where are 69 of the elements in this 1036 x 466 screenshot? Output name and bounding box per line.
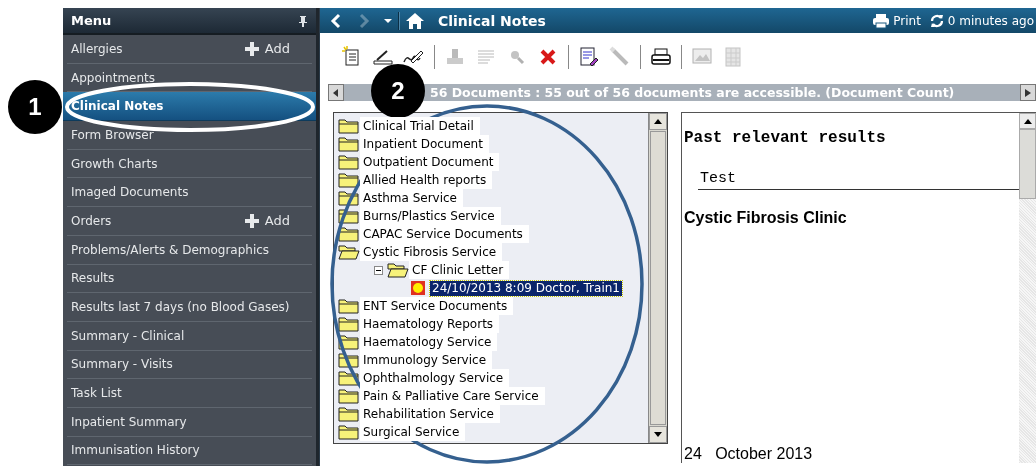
document-item[interactable]: 24/10/2013 8:09 Doctor, Train1 xyxy=(430,280,622,296)
folder-item[interactable]: Haematology Service xyxy=(360,333,498,351)
document-count: 56 Documents : 55 out of 56 documents are accessible. (Document Count) xyxy=(430,85,955,100)
menu-item[interactable]: Growth Charts xyxy=(67,149,312,179)
add-button[interactable]: Add xyxy=(243,212,290,229)
menu-item[interactable]: Imaged Documents xyxy=(67,178,312,208)
column-heading: Test xyxy=(698,169,1019,190)
menu-item[interactable]: Clinical Notes xyxy=(63,92,316,122)
print-button[interactable]: Print xyxy=(872,12,921,29)
folder-item[interactable]: Immunology Service xyxy=(360,351,493,369)
section-heading: Cystic Fibrosis Clinic xyxy=(684,209,848,227)
folder-item[interactable]: CAPAC Service Documents xyxy=(360,225,529,243)
folder-item[interactable]: Asthma Service xyxy=(360,189,463,207)
up-arrow-icon xyxy=(654,119,662,124)
folder-item[interactable]: CF Clinic Letter xyxy=(409,261,510,279)
home-icon[interactable] xyxy=(406,12,424,29)
folder-item[interactable]: Burns/Plastics Service xyxy=(360,207,501,225)
plus-icon xyxy=(243,212,260,229)
scroll-thumb[interactable] xyxy=(1019,129,1036,199)
folder-item[interactable]: Surgical Service xyxy=(360,423,466,441)
pin-icon[interactable] xyxy=(298,14,308,27)
collapse-icon[interactable] xyxy=(374,265,383,275)
back-icon[interactable] xyxy=(330,12,342,29)
refresh-icon xyxy=(928,12,945,29)
plus-icon xyxy=(243,40,260,57)
scroll-up-button[interactable] xyxy=(649,113,667,130)
folder-item[interactable]: Clinical Trial Detail xyxy=(360,117,480,135)
folder-item[interactable]: Allied Health reports xyxy=(360,171,493,189)
menu-item[interactable]: Summary - Clinical xyxy=(67,321,312,351)
folder-item[interactable]: Inpatient Document xyxy=(360,135,489,153)
menu-item[interactable]: Task List xyxy=(67,379,312,408)
scroll-down-button[interactable] xyxy=(649,426,667,443)
menu-item[interactable]: Results xyxy=(67,264,312,294)
menu-item[interactable]: Allergies Add xyxy=(67,35,312,64)
menu-item[interactable]: Problems/Alerts & Demographics xyxy=(67,235,312,265)
folder-item[interactable]: Outpatient Document xyxy=(360,153,500,171)
document-icon xyxy=(410,280,426,296)
refresh-button[interactable]: 0 minutes ago xyxy=(928,12,1034,29)
folder-item[interactable]: Pain & Palliative Care Service xyxy=(360,387,545,405)
scroll-left-button[interactable] xyxy=(328,84,344,101)
folder-item[interactable]: Ophthalmology Service xyxy=(360,369,510,387)
printer-icon xyxy=(872,12,891,29)
scroll-thumb[interactable] xyxy=(650,131,666,425)
callout-badge: 2 xyxy=(371,64,425,118)
menu-item[interactable]: Orders Add xyxy=(67,207,312,236)
callout-badge: 1 xyxy=(8,80,62,134)
right-arrow-icon xyxy=(1025,88,1031,97)
menu-item[interactable]: Inpatient Summary xyxy=(67,407,312,437)
add-button[interactable]: Add xyxy=(243,40,290,57)
folder-item[interactable]: ENT Service Documents xyxy=(360,297,514,315)
folder-item[interactable]: Haematology Reports xyxy=(360,315,500,333)
left-arrow-icon xyxy=(333,88,339,97)
scroll-up-button[interactable] xyxy=(1019,113,1036,129)
page-title: Clinical Notes xyxy=(438,12,546,29)
document-date: 24 October 2013 xyxy=(684,445,814,463)
menu-item[interactable]: Form Browser xyxy=(67,121,312,150)
up-arrow-icon xyxy=(1023,118,1032,124)
folder-item[interactable]: Cystic Fibrosis Service xyxy=(360,243,503,261)
menu-item[interactable]: Immunisation History xyxy=(67,436,312,466)
menu-item[interactable]: Summary - Visits xyxy=(67,350,312,380)
document-heading: Past relevant results xyxy=(684,129,887,147)
menu-title: Menu xyxy=(71,13,112,28)
document-edit-icon[interactable] xyxy=(578,46,600,68)
printer-icon[interactable] xyxy=(650,46,672,68)
scroll-right-button[interactable] xyxy=(1020,84,1036,101)
menu-item[interactable]: Results last 7 days (no Blood Gases) xyxy=(67,293,312,322)
folder-item[interactable]: Rehabilitation Service xyxy=(360,405,500,423)
caret-icon[interactable] xyxy=(384,17,392,24)
down-arrow-icon xyxy=(654,432,662,437)
